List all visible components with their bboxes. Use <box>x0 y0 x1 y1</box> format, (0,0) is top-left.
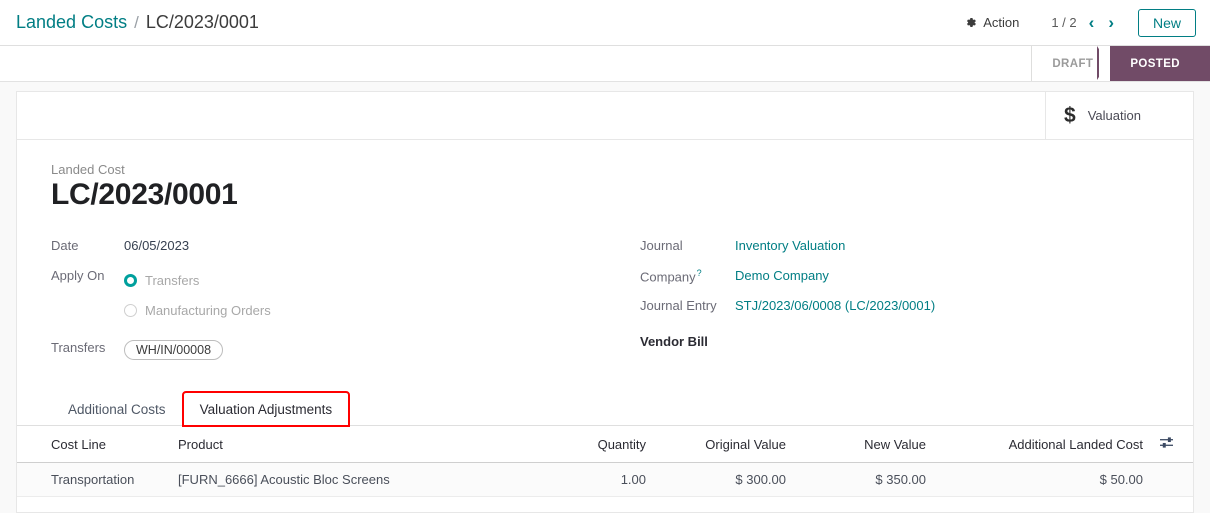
status-posted[interactable]: POSTED <box>1097 46 1210 81</box>
column-header-new-value[interactable]: New Value <box>802 426 942 463</box>
field-transfers: Transfers WH/IN/00008 <box>51 335 605 365</box>
dollar-icon: $ <box>1064 104 1076 127</box>
transfers-tag[interactable]: WH/IN/00008 <box>124 340 224 360</box>
breadcrumb-separator: / <box>134 13 139 32</box>
form-column-right: Journal Inventory Valuation Company? Dem… <box>605 233 1159 365</box>
pager-previous-icon[interactable]: ‹ <box>1083 12 1101 33</box>
field-vendor-bill-label: Vendor Bill <box>640 334 708 349</box>
cell-additional-landed-cost: $ 50.00 <box>942 462 1159 497</box>
field-transfers-label: Transfers <box>51 340 106 355</box>
pager-next-icon[interactable]: › <box>1102 12 1120 33</box>
sheet-body: Landed Cost LC/2023/0001 Date 06/05/2023… <box>17 140 1193 497</box>
stat-button-box: $ Valuation <box>17 92 1193 140</box>
cell-product: [FURN_6666] Acoustic Bloc Screens <box>162 462 527 497</box>
radio-option-transfers[interactable]: Transfers <box>124 265 271 295</box>
help-icon[interactable]: ? <box>697 268 702 278</box>
cell-cost-line: Transportation <box>17 462 162 497</box>
optional-columns-header <box>1159 426 1193 463</box>
sheet-background: $ Valuation Landed Cost LC/2023/0001 Dat… <box>0 82 1210 513</box>
field-vendor-bill: Vendor Bill <box>640 329 1159 359</box>
statusbar: DRAFT POSTED <box>1031 46 1210 81</box>
page-title: LC/2023/0001 <box>51 178 238 211</box>
valuation-stat-button[interactable]: $ Valuation <box>1045 92 1193 139</box>
pager: 1 / 2 ‹ › <box>1047 12 1120 33</box>
field-journal-entry-label: Journal Entry <box>640 298 717 313</box>
record-caption: Landed Cost <box>51 162 125 177</box>
sliders-icon[interactable] <box>1159 436 1174 449</box>
breadcrumb-parent-link[interactable]: Landed Costs <box>16 12 127 33</box>
apply-on-radio-group: Transfers Manufacturing Orders <box>124 263 271 325</box>
table-row[interactable]: Transportation [FURN_6666] Acoustic Bloc… <box>17 462 1193 497</box>
notebook-tabs: Additional Costs Valuation Adjustments <box>17 391 1193 427</box>
cell-original-value: $ 300.00 <box>662 462 802 497</box>
pager-value: 1 / 2 <box>1051 15 1077 30</box>
field-company: Company? Demo Company <box>640 263 1159 293</box>
field-company-label: Company? <box>640 263 735 284</box>
gear-icon <box>964 16 977 29</box>
radio-option-transfers-label: Transfers <box>145 272 200 288</box>
form-column-left: Date 06/05/2023 Apply On Transfers Manuf… <box>51 233 605 365</box>
form-sheet: $ Valuation Landed Cost LC/2023/0001 Dat… <box>16 91 1194 513</box>
column-header-original-value[interactable]: Original Value <box>662 426 802 463</box>
radio-selected-icon <box>124 273 137 287</box>
cell-new-value: $ 350.00 <box>802 462 942 497</box>
breadcrumb: Landed Costs / LC/2023/0001 <box>16 12 259 33</box>
cell-quantity: 1.00 <box>527 462 662 497</box>
control-panel: Landed Costs / LC/2023/0001 Action 1 / 2… <box>0 0 1210 46</box>
column-header-additional-landed-cost[interactable]: Additional Landed Cost <box>942 426 1159 463</box>
radio-option-manufacturing-orders[interactable]: Manufacturing Orders <box>124 295 271 325</box>
statusbar-row: DRAFT POSTED <box>0 46 1210 82</box>
radio-option-manufacturing-orders-label: Manufacturing Orders <box>145 302 271 318</box>
column-header-product[interactable]: Product <box>162 426 527 463</box>
column-header-cost-line[interactable]: Cost Line <box>17 426 162 463</box>
field-journal-value[interactable]: Inventory Valuation <box>735 233 845 253</box>
notebook: Additional Costs Valuation Adjustments C… <box>17 391 1193 497</box>
new-button[interactable]: New <box>1137 8 1196 37</box>
tab-additional-costs[interactable]: Additional Costs <box>51 392 183 426</box>
field-journal-entry: Journal Entry STJ/2023/06/0008 (LC/2023/… <box>640 293 1159 323</box>
field-apply-on-label: Apply On <box>51 268 105 283</box>
field-transfers-value: WH/IN/00008 <box>124 335 224 360</box>
radio-unselected-icon <box>124 303 137 317</box>
action-menu-button[interactable]: Action <box>954 11 1029 34</box>
field-journal-entry-value[interactable]: STJ/2023/06/0008 (LC/2023/0001) <box>735 293 935 313</box>
form-grid: Date 06/05/2023 Apply On Transfers Manuf… <box>51 233 1159 365</box>
field-journal: Journal Inventory Valuation <box>640 233 1159 263</box>
action-menu-label: Action <box>983 15 1020 30</box>
field-apply-on: Apply On Transfers Manufacturing Orders <box>51 263 605 325</box>
field-date-label: Date <box>51 238 79 253</box>
valuation-stat-label: Valuation <box>1087 108 1141 123</box>
table-header-row: Cost Line Product Quantity Original Valu… <box>17 426 1193 463</box>
tab-valuation-adjustments[interactable]: Valuation Adjustments <box>181 391 351 427</box>
field-journal-label: Journal <box>640 238 683 253</box>
field-company-value[interactable]: Demo Company <box>735 263 829 283</box>
field-date: Date 06/05/2023 <box>51 233 605 263</box>
field-date-value[interactable]: 06/05/2023 <box>124 233 189 253</box>
valuation-adjustments-table: Cost Line Product Quantity Original Valu… <box>17 426 1193 497</box>
cell-spacer <box>1159 462 1193 497</box>
breadcrumb-current: LC/2023/0001 <box>145 12 259 32</box>
field-company-label-text: Company <box>640 269 696 285</box>
column-header-quantity[interactable]: Quantity <box>527 426 662 463</box>
control-panel-actions: Action 1 / 2 ‹ › New <box>954 8 1196 37</box>
